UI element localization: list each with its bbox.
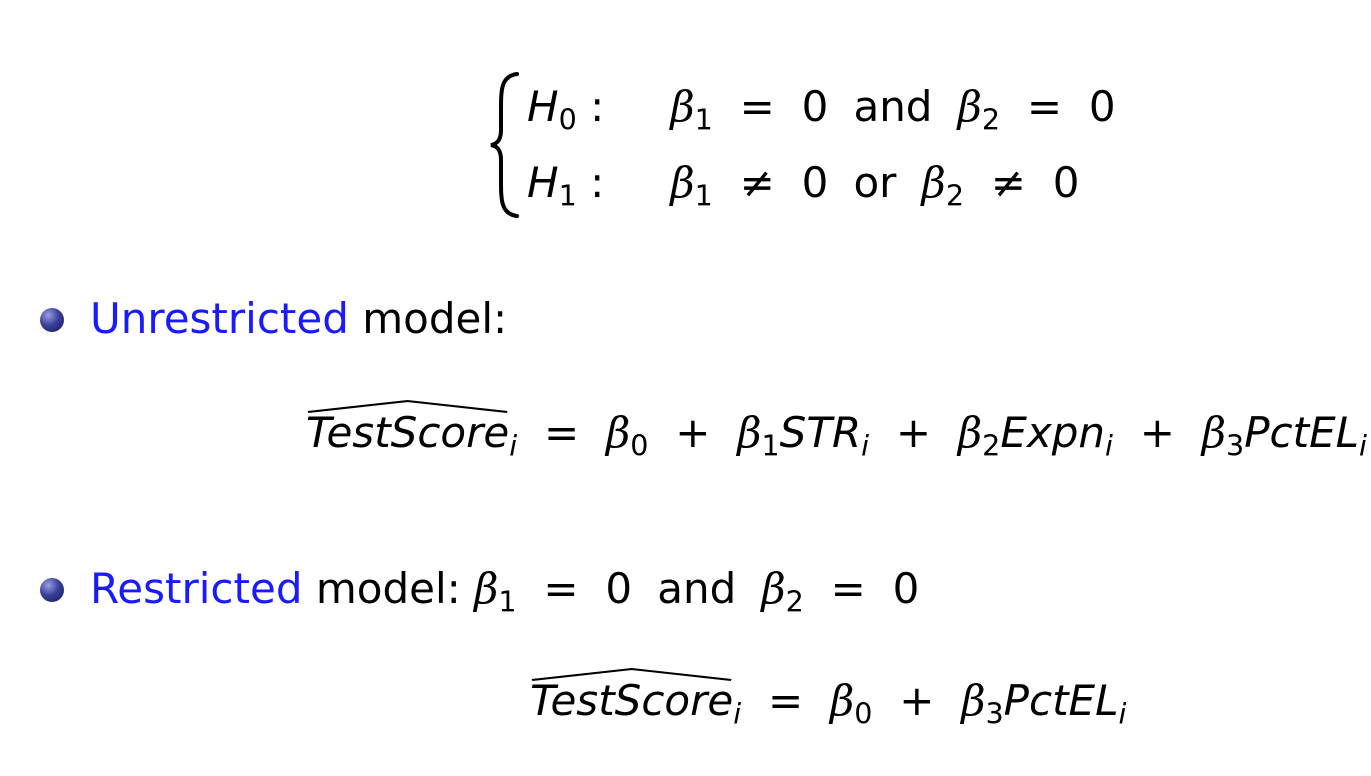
h0-colon: : — [590, 82, 605, 131]
keyword-restricted: Restricted — [90, 564, 303, 613]
restricted-connector: and — [657, 564, 737, 613]
slide: H0 : β1 = 0 and β2 = 0 H1 : β1 ≠ 0 or β2… — [0, 0, 1371, 776]
bullet-dot-icon — [40, 308, 64, 332]
wide-hat-icon — [531, 667, 732, 681]
restricted-equation: TestScore i = β0 + β3PctELi — [530, 667, 1126, 728]
left-brace-icon — [490, 72, 519, 218]
wide-hat-icon — [307, 399, 508, 413]
bullet-rest-text: model: — [348, 294, 508, 343]
h1-symbol: H — [527, 158, 559, 207]
hat-testscore: TestScore — [530, 667, 733, 722]
h0-connector: and — [853, 82, 933, 131]
keyword-unrestricted: Unrestricted — [90, 294, 349, 343]
h1-connector: or — [853, 158, 897, 207]
h0-symbol: H — [527, 82, 559, 131]
null-hypothesis: H0 : β1 = 0 and β2 = 0 — [527, 82, 1116, 137]
bullet-dot-icon — [40, 578, 64, 602]
hat-testscore: TestScore — [306, 399, 509, 454]
unrestricted-equation: TestScore i = β0 + β1STRi + β2Expni + β3… — [306, 399, 1367, 460]
h1-colon: : — [590, 158, 605, 207]
alternative-hypothesis: H1 : β1 ≠ 0 or β2 ≠ 0 — [527, 158, 1080, 213]
bullet-rest-text: model: — [302, 564, 475, 613]
